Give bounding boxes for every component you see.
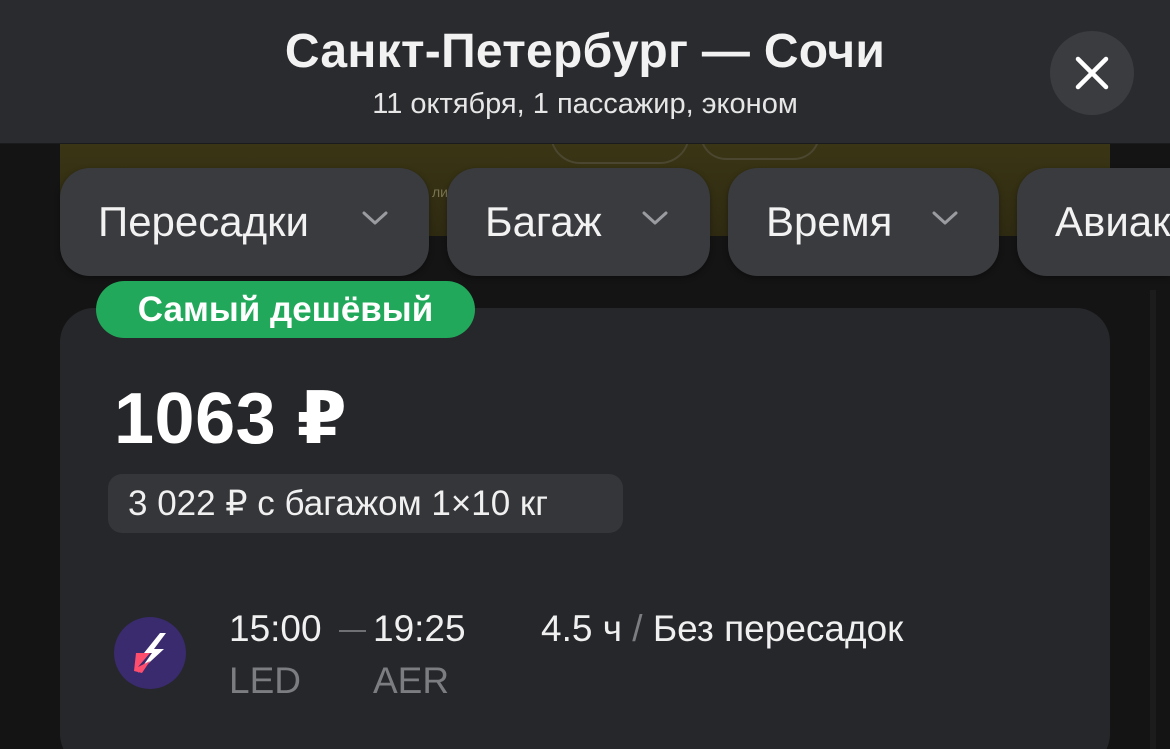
duration-value: 4.5 ч — [541, 608, 622, 649]
filter-chip-time[interactable]: Время — [728, 168, 999, 276]
page: Санкт-Петербург — Сочи 11 октября, 1 пас… — [0, 0, 1170, 749]
cheapest-badge: Самый дешёвый — [96, 281, 475, 338]
filter-chip-baggage[interactable]: Багаж — [447, 168, 710, 276]
chevron-down-icon — [932, 211, 958, 225]
airline-logo-icon — [114, 617, 186, 689]
arrival-airport-code: AER — [373, 660, 450, 701]
filter-chip-label: Багаж — [485, 198, 602, 245]
filter-chip-transfers[interactable]: Пересадки — [60, 168, 429, 276]
filter-chip-airlines[interactable]: Авиак — [1017, 168, 1170, 276]
route-subtitle: 11 октября, 1 пассажир, эконом — [372, 88, 798, 120]
baggage-price-label: 3 022 ₽ с багажом 1×10 кг — [128, 483, 548, 523]
header: Санкт-Петербург — Сочи 11 октября, 1 пас… — [0, 0, 1170, 144]
close-button[interactable] — [1050, 31, 1134, 115]
chevron-down-icon — [642, 211, 668, 225]
flight-duration: 4.5 ч / Без пересадок — [541, 608, 903, 650]
filter-chip-label: Время — [766, 198, 893, 245]
close-icon — [1075, 56, 1109, 90]
arrival-time: 19:25 — [373, 608, 466, 649]
departure-time: 15:00 — [229, 608, 322, 649]
ticket-price: 1063 ₽ — [114, 379, 348, 459]
filter-chip-label: Авиак — [1055, 198, 1170, 245]
time-separator — [339, 630, 366, 632]
departure-airport-code: LED — [229, 660, 301, 701]
filter-chip-label: Пересадки — [98, 198, 309, 245]
scroll-edge — [1150, 290, 1156, 749]
stops-label: Без пересадок — [652, 608, 904, 649]
route-title: Санкт-Петербург — Сочи — [284, 25, 886, 78]
duration-separator: / — [632, 608, 643, 649]
filter-chips: Пересадки Багаж Время Авиак — [0, 168, 1170, 276]
chevron-down-icon — [362, 211, 388, 225]
baggage-price-option[interactable]: 3 022 ₽ с багажом 1×10 кг — [108, 474, 623, 533]
